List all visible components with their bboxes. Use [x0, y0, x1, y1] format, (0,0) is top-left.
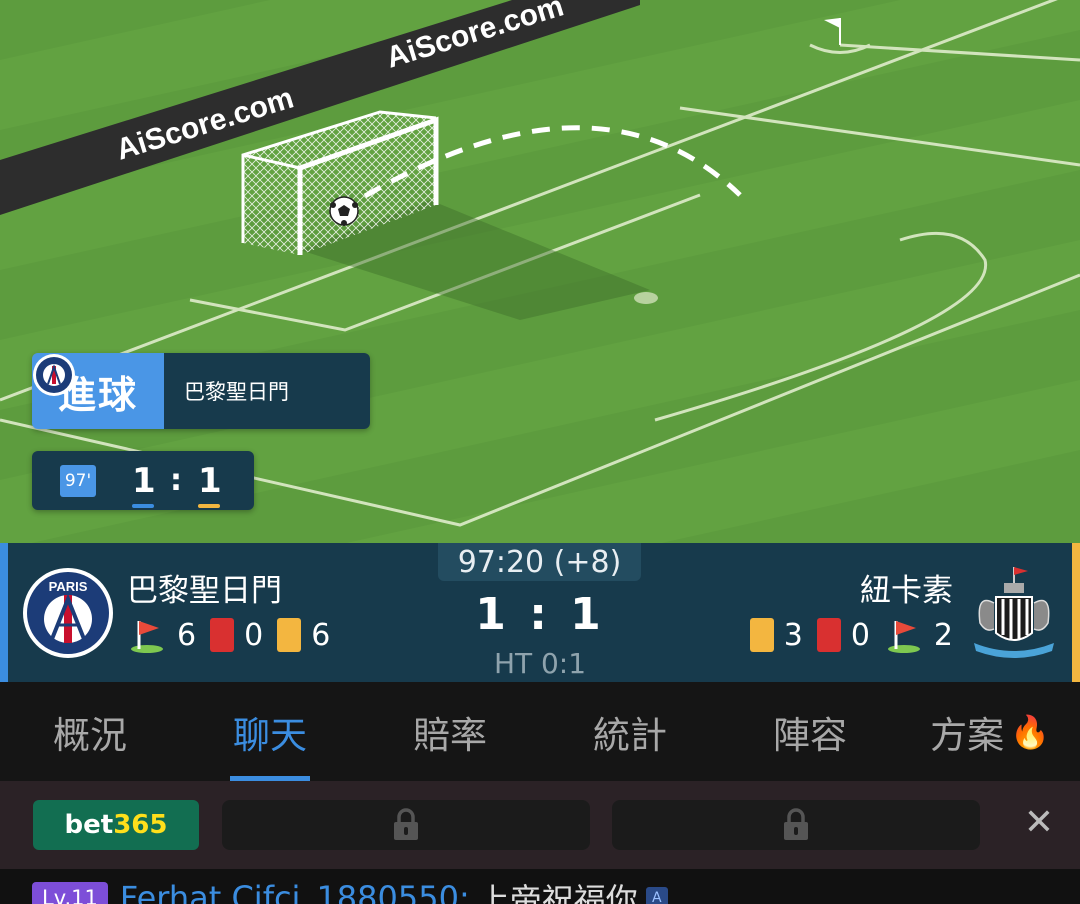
away-color-edge — [1072, 543, 1080, 682]
fire-icon: 🔥 — [1010, 712, 1050, 751]
corner-flag-icon — [131, 621, 163, 653]
chat-message: Lv.11 Ferhat Cifci_1880550: 上帝祝福你 A — [32, 875, 668, 904]
main-score: 1 : 1 — [475, 589, 605, 640]
user-level-badge: Lv.11 — [32, 882, 108, 904]
tab-overview-label: 概況 — [53, 713, 127, 757]
psg-crest-icon[interactable]: PARIS — [22, 567, 114, 659]
red-card-icon — [210, 618, 235, 652]
home-team-name[interactable]: 巴黎聖日門 — [127, 565, 282, 610]
mini-score-separator: : — [170, 462, 182, 498]
home-red-cards: 0 — [244, 617, 264, 653]
corner-flag-icon — [887, 621, 920, 653]
goal-team: 巴黎聖日門 — [33, 353, 370, 429]
bet365-logo-part2: 365 — [113, 810, 168, 840]
newcastle-crest-icon[interactable] — [966, 563, 1062, 663]
tab-odds[interactable]: 賠率 — [360, 682, 540, 781]
home-color-edge — [0, 543, 8, 682]
away-corners: 2 — [933, 617, 953, 653]
lock-icon — [784, 808, 808, 840]
mini-scoreboard: 97' 1 : 1 — [32, 451, 254, 510]
bet365-logo[interactable]: bet 365 — [33, 800, 199, 850]
locked-odds-slot[interactable] — [222, 800, 590, 850]
chat-username[interactable]: Ferhat Cifci_1880550: — [120, 879, 470, 904]
away-stats: 3 0 2 — [749, 615, 953, 655]
betting-bar: bet 365 ✕ — [0, 781, 1080, 869]
tab-chat[interactable]: 聊天 — [180, 682, 360, 781]
close-icon[interactable]: ✕ — [1024, 805, 1054, 841]
halftime-score: HT 0:1 — [493, 647, 587, 680]
chat-feed: Lv.11 Ferhat Cifci_1880550: 上帝祝福你 A — [0, 869, 1080, 904]
match-screen: AiScore.com AiScore.com 進球 巴黎聖日門 97' 1:… — [0, 0, 1080, 904]
ball-icon — [329, 196, 359, 226]
tab-stats[interactable]: 統計 — [540, 682, 720, 781]
home-corners: 6 — [177, 617, 197, 653]
match-clock: 97:20 (+8) — [438, 543, 641, 581]
mini-score-home: 1 — [132, 460, 156, 508]
lock-icon — [394, 808, 418, 840]
yellow-card-icon — [749, 618, 774, 652]
match-animation-pitch: AiScore.com AiScore.com 進球 巴黎聖日門 97' 1:… — [0, 0, 1080, 543]
goal-team-name: 巴黎聖日門 — [184, 380, 289, 404]
svg-text:PARIS: PARIS — [49, 579, 88, 594]
goal-event-banner: 進球 巴黎聖日門 — [32, 353, 370, 429]
tab-tips[interactable]: 方案 🔥 — [900, 682, 1080, 781]
tab-tips-label: 方案 — [930, 713, 1005, 757]
tab-chat-label: 聊天 — [233, 713, 307, 757]
away-red-cards: 0 — [850, 617, 870, 653]
away-team-name[interactable]: 紐卡素 — [860, 565, 953, 610]
tab-odds-label: 賠率 — [413, 713, 487, 757]
tab-overview[interactable]: 概況 — [0, 682, 180, 781]
locked-odds-slot[interactable] — [612, 800, 980, 850]
tab-lineup-label: 陣容 — [773, 713, 847, 757]
chat-text: 上帝祝福你 — [477, 881, 638, 904]
home-yellow-cards: 6 — [311, 617, 331, 653]
tab-lineup[interactable]: 陣容 — [720, 682, 900, 781]
match-tabs: 概況 聊天 賠率 統計 陣容 方案 🔥 — [0, 682, 1080, 781]
home-stats: 6 0 6 — [127, 615, 344, 655]
psg-crest-icon — [33, 354, 75, 396]
red-card-icon — [816, 618, 841, 652]
away-yellow-cards: 3 — [783, 617, 803, 653]
tab-stats-label: 統計 — [593, 713, 667, 757]
match-header: PARIS 巴黎聖日門 6 0 6 97:20 (+8) 1 : 1 HT 0:… — [0, 543, 1080, 682]
bet365-logo-part1: bet — [64, 810, 114, 840]
translate-icon[interactable]: A — [645, 887, 668, 904]
mini-score-away: 1 — [198, 460, 222, 508]
match-minute-badge: 97' — [60, 464, 96, 497]
yellow-card-icon — [277, 618, 302, 652]
